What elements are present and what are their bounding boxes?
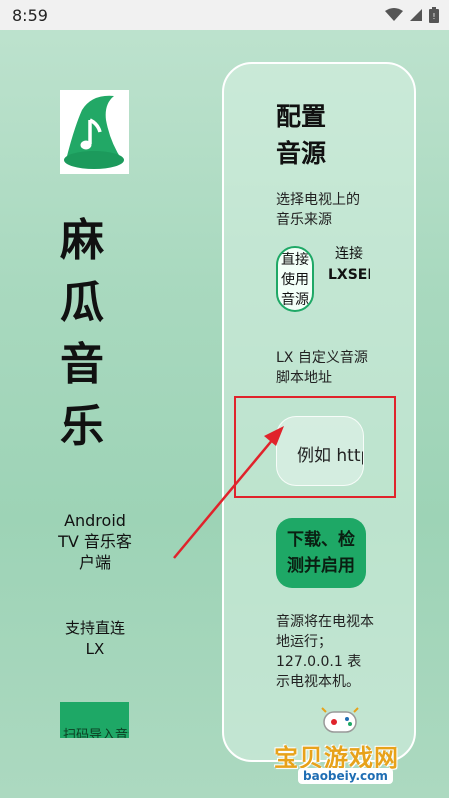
gamepad-icon (321, 707, 359, 733)
option-direct-source-label: 直接使用音源 (281, 252, 309, 308)
panel-title: 配置音源 (276, 102, 327, 168)
option-direct-source[interactable]: 直接使用音源 (276, 246, 314, 312)
import-source-button-label: 扫码导入音源 (63, 728, 129, 738)
app-title-char: 瓜 (60, 277, 104, 328)
highlight-box (234, 396, 396, 498)
panel-subtitle: 选择电视上的音乐来源 (276, 192, 360, 228)
option-lx-prefix: 连接 (335, 246, 363, 262)
watermark: 宝贝游戏网 baobeiy.com (270, 700, 445, 796)
status-bar: 8:59 ! (0, 0, 449, 30)
signal-icon (410, 9, 422, 21)
download-enable-button[interactable]: 下载、检测并启用 (276, 518, 366, 588)
watermark-url: baobeiy.com (298, 768, 393, 784)
app-title-char: 麻 (60, 215, 104, 266)
app-logo (60, 90, 129, 174)
custom-script-label: LX 自定义音源脚本地址 (276, 350, 368, 386)
app-description: Android TV 音乐客户端 (58, 511, 132, 572)
app-title: 麻 瓜 音 乐 (60, 210, 130, 458)
app-title-char: 乐 (60, 401, 104, 452)
import-source-button[interactable]: 扫码导入音源 (60, 702, 129, 738)
app-note: 支持直连 LX (64, 619, 125, 658)
option-lx-server[interactable]: 连接 LXSERVER (328, 244, 370, 314)
battery-icon: ! (429, 7, 439, 23)
svg-text:!: ! (432, 12, 435, 21)
wizard-hat-music-icon (64, 95, 124, 169)
app-info-column: 麻 瓜 音 乐 Android TV 音乐客户端 支持直连 LX 扫码导入音源 (0, 30, 200, 798)
app-title-char: 音 (60, 339, 104, 390)
status-time: 8:59 (12, 5, 48, 25)
local-run-note: 音源将在电视本地运行；127.0.0.1 表示电视本机。 (276, 614, 374, 690)
wifi-icon (385, 8, 403, 21)
option-lx-name: LXSERVER (328, 267, 370, 283)
status-icons: ! (385, 7, 439, 23)
